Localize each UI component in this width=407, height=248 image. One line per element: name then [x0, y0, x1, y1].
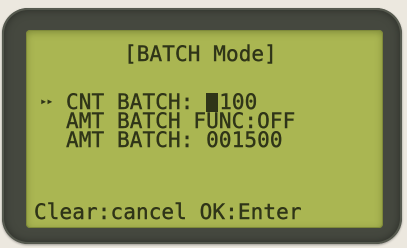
key-hint-footer: Clear:cancel OK:Enter [34, 200, 302, 224]
menu-row-amt-batch[interactable]: AMT BATCH: 001500 [66, 129, 283, 151]
display-bezel: [BATCH Mode] ▸▸ CNT BATCH: 100 AMT BATCH… [2, 8, 402, 244]
screen-title: [BATCH Mode] [124, 42, 277, 66]
lcd-screen: [BATCH Mode] ▸▸ CNT BATCH: 100 AMT BATCH… [26, 30, 383, 228]
device-panel: [BATCH Mode] ▸▸ CNT BATCH: 100 AMT BATCH… [0, 0, 407, 248]
selection-arrow-icon: ▸▸ [40, 94, 53, 108]
